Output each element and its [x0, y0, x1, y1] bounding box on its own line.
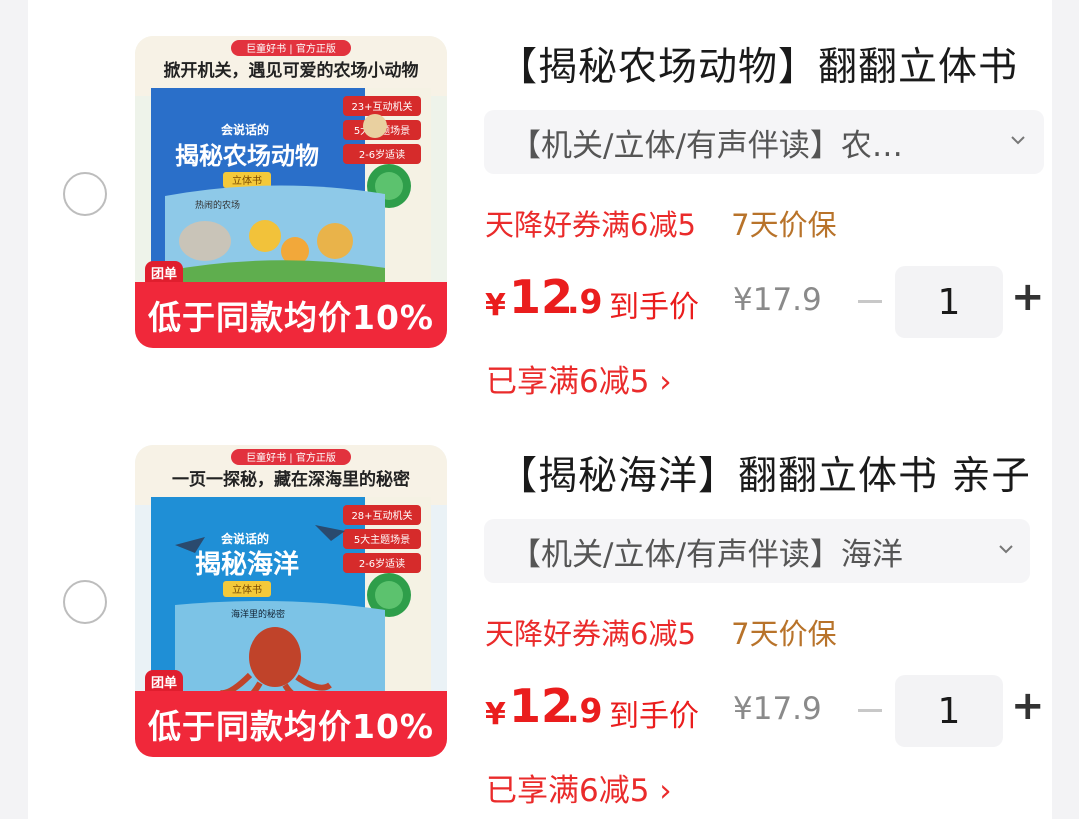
minus-icon[interactable]	[858, 709, 882, 712]
spec-selector[interactable]: 【机关/立体/有声伴读】海洋	[484, 519, 1030, 583]
price-decimal: .9	[567, 282, 603, 321]
price-currency: ¥	[485, 697, 506, 732]
svg-text:会说话的: 会说话的	[221, 122, 269, 137]
coupon-row: 天降好券满6减5 7天价保	[485, 611, 837, 653]
product-image[interactable]: 巨童好书 | 官方正版 一页一探秘，藏在深海里的秘密 28+互动机关 5大主题场…	[135, 445, 447, 757]
headline-text: 掀开机关，遇见可爱的农场小动物	[164, 60, 419, 81]
plus-icon[interactable]: +	[1011, 683, 1045, 729]
svg-text:海洋里的秘密: 海洋里的秘密	[231, 608, 285, 620]
coupon-row: 天降好券满6减5 7天价保	[485, 202, 837, 244]
price-guarantee-label: 7天价保	[731, 617, 837, 651]
final-price-label: 到手价	[609, 699, 699, 734]
select-radio-icon[interactable]	[63, 580, 107, 624]
svg-text:会说话的: 会说话的	[221, 531, 269, 546]
svg-text:热闹的农场: 热闹的农场	[195, 199, 240, 211]
chevron-down-icon	[999, 545, 1013, 554]
svg-text:5大主题场景: 5大主题场景	[354, 533, 410, 546]
price-row: ¥ 12 .9 到手价 ¥17.9 1 +	[485, 675, 1045, 747]
minus-icon[interactable]	[858, 300, 882, 303]
quantity-input[interactable]: 1	[895, 266, 1003, 338]
price-row: ¥ 12 .9 到手价 ¥17.9 1 +	[485, 266, 1045, 338]
svg-text:立体书: 立体书	[232, 174, 262, 187]
svg-text:28+互动机关: 28+互动机关	[351, 509, 412, 522]
select-radio-icon[interactable]	[63, 172, 107, 216]
chevron-down-icon	[1011, 136, 1025, 145]
headline-text: 一页一探秘，藏在深海里的秘密	[172, 469, 410, 490]
original-price: ¥17.9	[733, 691, 822, 727]
product-title[interactable]: 【揭秘海洋】翻翻立体书 亲子	[498, 445, 1028, 497]
svg-text:23+互动机关: 23+互动机关	[351, 100, 412, 113]
promo-banner: 低于同款均价10%	[135, 282, 447, 348]
discount-applied-link[interactable]: 已享满6减5 ›	[486, 356, 672, 401]
promo-banner: 低于同款均价10%	[135, 691, 447, 757]
book-title-text: 揭秘海洋	[195, 549, 299, 580]
book-title-text: 揭秘农场动物	[175, 142, 319, 170]
final-price-label: 到手价	[609, 290, 699, 325]
svg-text:2-6岁适读: 2-6岁适读	[359, 557, 405, 570]
cart-item: 巨童好书 | 官方正版 一页一探秘，藏在深海里的秘密 28+互动机关 5大主题场…	[28, 409, 1052, 809]
spec-selector[interactable]: 【机关/立体/有声伴读】农…	[484, 110, 1044, 174]
svg-text:2-6岁适读: 2-6岁适读	[359, 148, 405, 161]
coupon-label: 天降好券满6减5	[485, 208, 696, 242]
price-guarantee-label: 7天价保	[731, 208, 837, 242]
svg-text:立体书: 立体书	[232, 583, 262, 596]
product-image[interactable]: 巨童好书 | 官方正版 掀开机关，遇见可爱的农场小动物 23+互动机关 5大主题…	[135, 36, 447, 348]
cart-card: 巨童好书 | 官方正版 掀开机关，遇见可爱的农场小动物 23+互动机关 5大主题…	[28, 0, 1052, 819]
cart-item: 巨童好书 | 官方正版 掀开机关，遇见可爱的农场小动物 23+互动机关 5大主题…	[28, 0, 1052, 400]
top-badge-text: 巨童好书 | 官方正版	[246, 451, 336, 464]
original-price: ¥17.9	[733, 282, 822, 318]
price-integer: 12	[509, 679, 574, 733]
spec-text: 【机关/立体/有声伴读】农…	[510, 127, 903, 164]
spec-text: 【机关/立体/有声伴读】海洋	[510, 536, 903, 573]
quantity-input[interactable]: 1	[895, 675, 1003, 747]
product-title[interactable]: 【揭秘农场动物】翻翻立体书 亲子	[498, 36, 1028, 88]
price-integer: 12	[509, 270, 574, 324]
top-badge-text: 巨童好书 | 官方正版	[246, 42, 336, 55]
price-decimal: .9	[567, 691, 603, 730]
price-currency: ¥	[485, 288, 506, 323]
plus-icon[interactable]: +	[1011, 274, 1045, 320]
coupon-label: 天降好券满6减5	[485, 617, 696, 651]
discount-applied-link[interactable]: 已享满6减5 ›	[486, 765, 672, 810]
